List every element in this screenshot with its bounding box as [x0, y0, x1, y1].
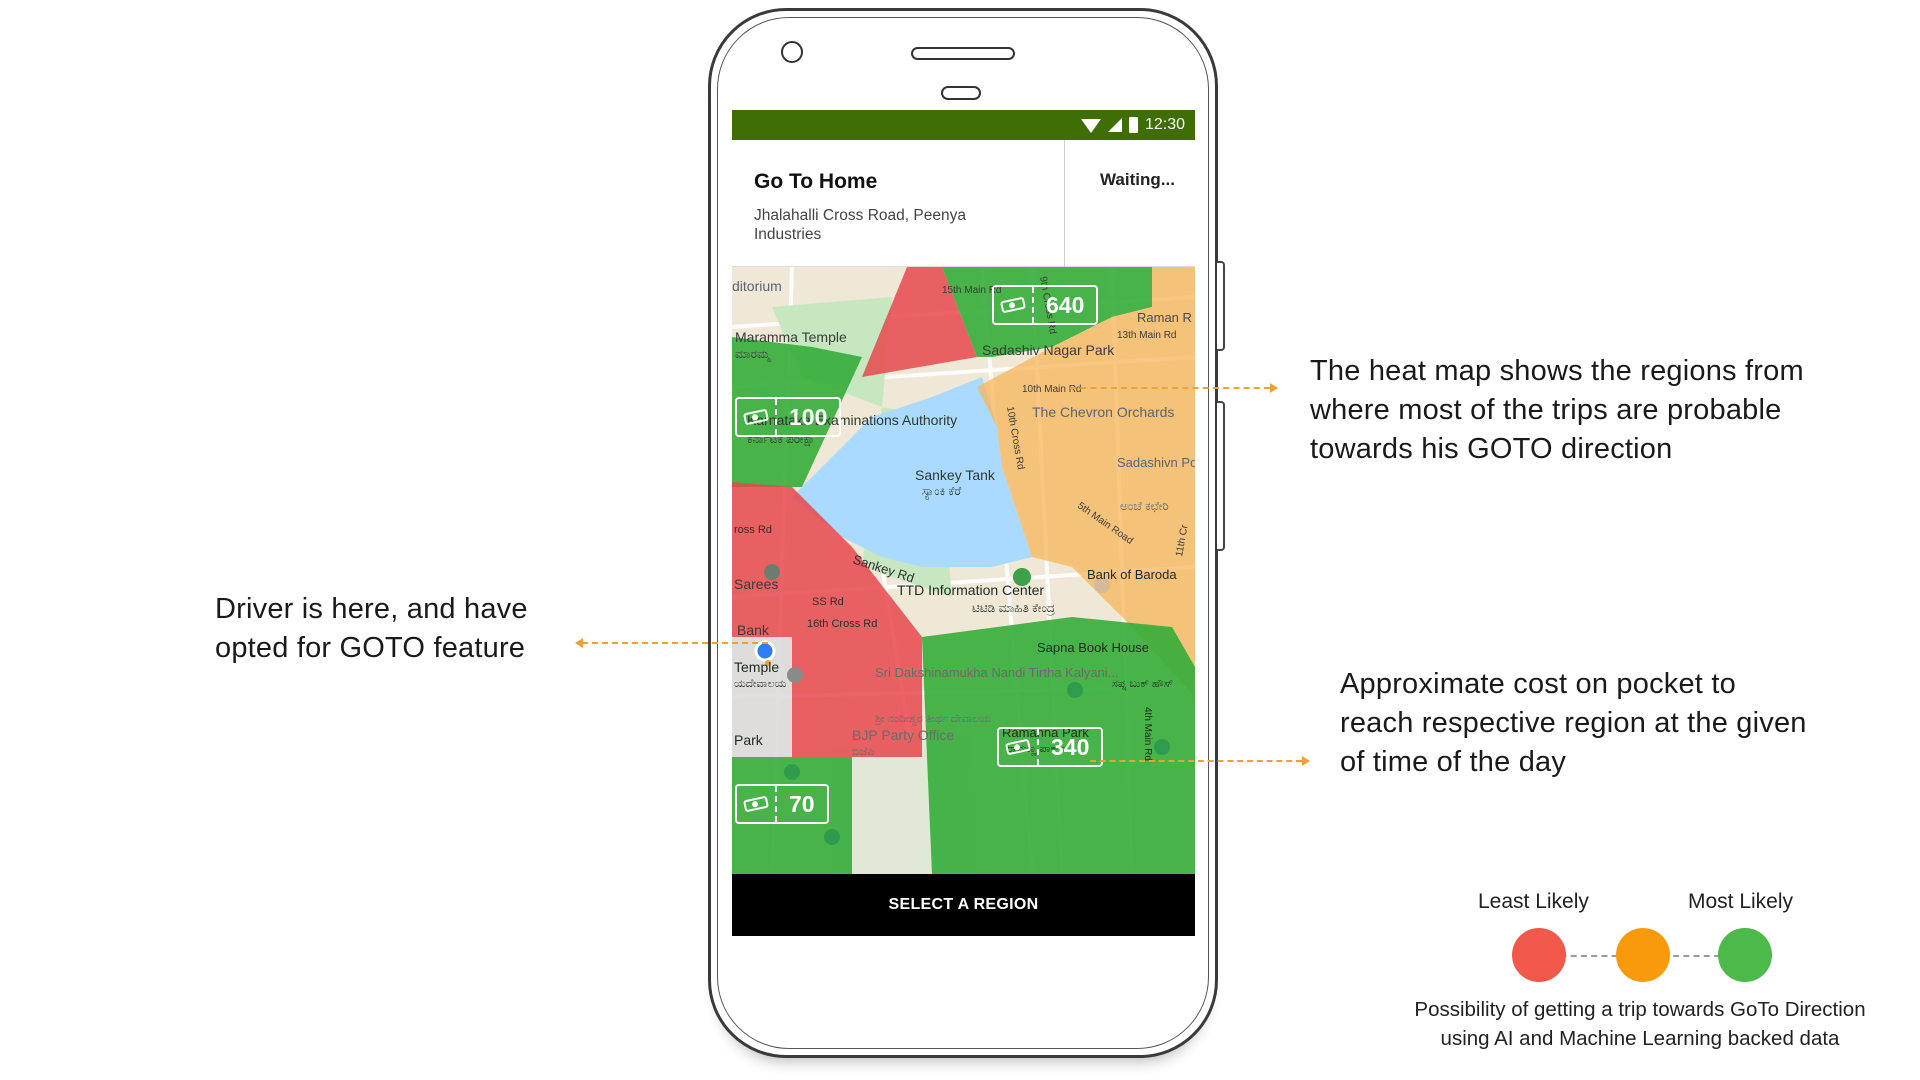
temple-pin-icon: [824, 829, 840, 845]
label-bank: Bank: [737, 622, 770, 638]
label-bank-of-baroda: Bank of Baroda: [1087, 567, 1177, 582]
label-bjp-office-kn: ಬಿಜೆಪಿ: [852, 746, 874, 758]
label-ss-rd: SS Rd: [812, 596, 844, 608]
wifi-icon: [1080, 119, 1101, 133]
label-sadashiv-nagar-park: Sadashiv Nagar Park: [982, 342, 1115, 358]
label-cross-rd: ross Rd: [734, 524, 772, 536]
status-time: 12:30: [1144, 116, 1185, 133]
select-region-button[interactable]: SELECT A REGION: [732, 874, 1195, 936]
label-ttd-center: TTD Information Center: [897, 582, 1044, 598]
badge-value: 70: [789, 790, 815, 817]
label-4th-main: 4th Main Rd: [1142, 707, 1153, 761]
phone-screen: 12:30 Go To Home Jhalahalli Cross Road, …: [732, 110, 1195, 936]
label-sadashivnagar-po: Sadashivn Post Office: [1117, 455, 1195, 470]
legend-least-dot: [1512, 928, 1566, 982]
label-bjp-office: BJP Party Office: [852, 727, 954, 743]
legend-caption: Possibility of getting a trip towards Go…: [1370, 995, 1910, 1053]
badge-value: 100: [789, 403, 828, 430]
label-sankey-tank: Sankey Tank: [915, 467, 996, 483]
status-bar: 12:30: [732, 110, 1195, 140]
bookstore-pin-icon: [1154, 739, 1170, 755]
label-temple-kn: ಯದೇವಾಲಯ: [734, 678, 787, 690]
proximity-sensor: [941, 86, 981, 100]
label-maramma-temple-kn: ಮಾರಮ್ಮ: [735, 347, 772, 363]
cost-arrow-head: [1302, 756, 1310, 766]
heat-map-arrow: [1070, 387, 1270, 389]
heat-map[interactable]: ditorium Maramma Temple ಮಾರಮ್ಮ Sadashiv …: [732, 267, 1195, 874]
heat-map-note: The heat map shows the regions from wher…: [1310, 352, 1804, 469]
label-13th-main: 13th Main Rd: [1117, 330, 1176, 341]
cost-arrow: [1090, 760, 1302, 762]
money-icon: [737, 399, 777, 435]
label-maramma-temple: Maramma Temple: [735, 329, 847, 345]
header-divider: [1064, 140, 1065, 267]
label-sapna-book-house: Sapna Book House: [1037, 640, 1149, 655]
cost-note-line1: Approximate cost on pocket to: [1340, 668, 1736, 700]
map-canvas: ditorium Maramma Temple ಮಾರಮ್ಮ Sadashiv …: [732, 267, 1195, 874]
label-ttd-center-kn: ಟಿಟಿಡಿ ಮಾಹಿತಿ ಕೇಂದ್ರ: [972, 601, 1055, 615]
label-sri-dakshinamukha: Sri Dakshinamukha Nandi Tirtha Kalyani..…: [875, 665, 1119, 680]
cost-note-line2: reach respective region at the given: [1340, 707, 1807, 739]
label-chevron-orchards: The Chevron Orchards: [1032, 404, 1174, 420]
battery-icon: [1128, 117, 1138, 133]
driver-note: Driver is here, and have opted for GOTO …: [215, 590, 528, 668]
label-sapna-kn: ಸಪ್ನ ಬುಕ್ ಹೌಸ್: [1112, 678, 1173, 690]
driver-arrow-head: [575, 638, 583, 648]
legend-most-label: Most Likely: [1688, 890, 1794, 913]
label-sadashivnagar-po-kn: ಅಂಚೆ ಕಛೇರಿ: [1120, 499, 1169, 513]
legend-caption-line1: Possibility of getting a trip towards Go…: [1414, 998, 1866, 1021]
earpiece-speaker: [911, 47, 1015, 60]
price-badge-north[interactable]: 640: [992, 285, 1099, 325]
label-temple: Temple: [734, 659, 779, 675]
money-icon: [999, 729, 1039, 765]
front-camera: [781, 41, 803, 63]
money-icon: [737, 786, 777, 822]
heat-map-note-line3: towards his GOTO direction: [1310, 433, 1673, 465]
label-park: Park: [734, 732, 764, 748]
driver-location-marker[interactable]: [754, 640, 776, 662]
info-pin-icon: [1067, 682, 1083, 698]
driver-note-line2: opted for GOTO feature: [215, 632, 526, 664]
legend-most-dot: [1718, 928, 1772, 982]
label-auditorium: ditorium: [732, 278, 782, 294]
label-sarees: Sarees: [734, 576, 778, 592]
goto-header: Go To Home Jhalahalli Cross Road, Peenya…: [732, 140, 1195, 267]
cost-note: Approximate cost on pocket to reach resp…: [1340, 665, 1807, 782]
money-icon: [994, 287, 1034, 323]
cost-note-line3: of time of the day: [1340, 746, 1567, 778]
driver-arrow: [582, 642, 768, 644]
garden-pin-icon: [784, 764, 800, 780]
heat-map-arrow-head: [1270, 383, 1278, 393]
label-16th-cross: 16th Cross Rd: [807, 618, 877, 630]
legend-least-label: Least Likely: [1478, 890, 1589, 913]
goto-address: Jhalahalli Cross Road, Peenya Industries: [754, 207, 966, 243]
signal-icon: [1107, 118, 1122, 132]
goto-title: Go To Home: [754, 170, 878, 193]
label-10th-main: 10th Main Rd: [1022, 384, 1081, 395]
shop-pin-icon: [787, 667, 803, 683]
heat-map-note-line2: where most of the trips are probable: [1310, 394, 1782, 426]
heat-map-note-line1: The heat map shows the regions from: [1310, 355, 1804, 387]
legend-caption-line2: using AI and Machine Learning backed dat…: [1440, 1027, 1840, 1050]
badge-value: 340: [1051, 733, 1090, 760]
badge-value: 640: [1046, 291, 1085, 318]
price-badge-west[interactable]: 100: [735, 397, 842, 437]
volume-button: [1217, 401, 1225, 551]
price-badge-south[interactable]: 340: [997, 727, 1104, 767]
waiting-status[interactable]: Waiting...: [1100, 170, 1175, 190]
legend-mid-dot: [1616, 928, 1670, 982]
label-raman: Raman R: [1137, 310, 1192, 325]
driver-note-line1: Driver is here, and have: [215, 593, 528, 625]
power-button: [1217, 261, 1225, 351]
label-sri-dakshinamukha-kn: ಶ್ರೀ ನಂದೀಶ್ವರ ತೀರ್ಥ ದೇವಾಲಯ: [873, 713, 992, 725]
price-badge-southwest[interactable]: 70: [735, 784, 829, 824]
